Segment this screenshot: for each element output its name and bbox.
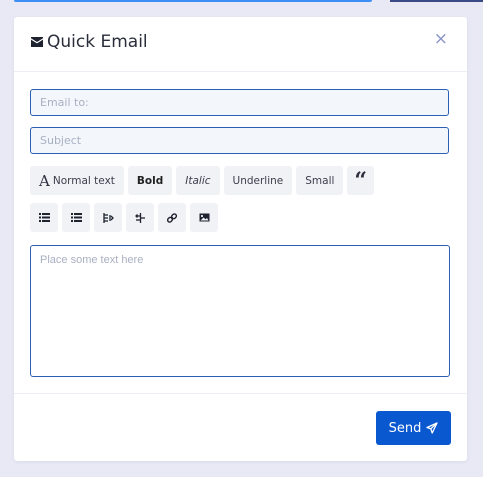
unordered-list-icon <box>38 213 50 222</box>
ordered-list-button[interactable] <box>62 203 90 232</box>
modal-footer-divider <box>14 393 467 394</box>
send-button[interactable]: Send <box>376 411 451 445</box>
message-body-editor[interactable]: Place some text here <box>30 245 450 377</box>
modal-title: Quick Email <box>31 32 148 52</box>
blockquote-button[interactable]: “ <box>347 166 375 195</box>
indent-icon <box>134 212 146 223</box>
paper-plane-icon <box>426 422 439 434</box>
email-to-field[interactable] <box>30 89 449 116</box>
unordered-list-button[interactable] <box>30 203 58 232</box>
message-body-placeholder: Place some text here <box>40 254 144 266</box>
background-panel-edge-dark <box>390 0 483 2</box>
outdent-button[interactable] <box>94 203 122 232</box>
outdent-icon <box>102 212 114 223</box>
italic-button[interactable]: Italic <box>176 166 220 195</box>
link-icon <box>167 212 177 223</box>
image-button[interactable] <box>190 203 218 232</box>
ordered-list-icon <box>70 213 82 222</box>
image-icon <box>199 213 210 222</box>
small-button[interactable]: Small <box>296 166 344 195</box>
send-label: Send <box>388 420 422 436</box>
modal-header: Quick Email × <box>14 17 467 72</box>
envelope-icon <box>31 37 43 47</box>
modal-title-text: Quick Email <box>47 32 148 52</box>
editor-toolbar-lists <box>30 203 218 232</box>
close-icon[interactable]: × <box>434 31 448 48</box>
editor-toolbar-formatting: A Normal text Bold Italic Underline Smal… <box>30 166 375 195</box>
underline-button[interactable]: Underline <box>223 166 293 195</box>
background-panel-edge <box>14 0 372 2</box>
normal-text-button[interactable]: A Normal text <box>30 166 124 195</box>
indent-button[interactable] <box>126 203 154 232</box>
subject-field[interactable] <box>30 127 449 154</box>
font-glyph: A <box>39 171 50 190</box>
quick-email-modal: Quick Email × A Normal text Bold Italic … <box>14 17 467 461</box>
link-button[interactable] <box>158 203 186 232</box>
normal-text-label: Normal text <box>52 174 115 187</box>
bold-button[interactable]: Bold <box>127 166 173 195</box>
